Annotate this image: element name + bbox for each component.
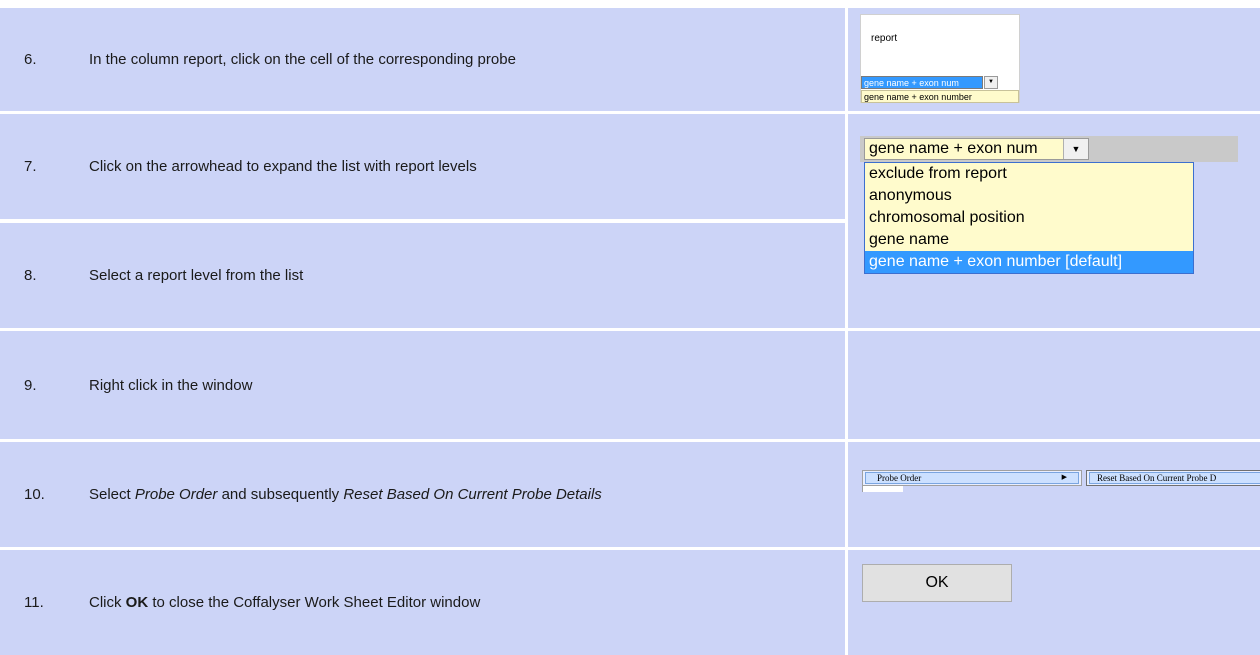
report-level-list: exclude from report anonymous chromosoma…	[864, 162, 1194, 274]
step-row-7: 7. Click on the arrowhead to expand the …	[0, 114, 845, 219]
menu-reference: Probe Order	[134, 486, 218, 503]
step-number: 6.	[24, 51, 37, 68]
step-text: Select a report level from the list	[89, 267, 304, 284]
menu-edge	[862, 486, 903, 492]
submenu-arrow-icon: ▶	[1061, 474, 1067, 481]
instruction-table: 6. In the column report, click on the ce…	[0, 0, 1260, 655]
step-number: 7.	[24, 158, 37, 175]
menu-reference: Reset Based On Current Probe Details	[343, 486, 602, 503]
list-item[interactable]: anonymous	[865, 185, 1193, 207]
step-text: Select Probe Order and subsequently Rese…	[89, 486, 602, 503]
chevron-down-icon[interactable]: ▼	[984, 76, 998, 89]
step-number: 11.	[24, 594, 44, 611]
context-menu-screenshot: Probe Order ▶ Reset Based On Current Pro…	[848, 470, 1260, 500]
report-level-combo[interactable]: gene name + exon num	[864, 138, 1089, 160]
step-number: 8.	[24, 267, 37, 284]
list-item[interactable]: gene name	[865, 229, 1193, 251]
step-text: Click on the arrowhead to expand the lis…	[89, 158, 477, 175]
text-segment: and subsequently	[217, 486, 344, 503]
step-row-10: 10. Select Probe Order and subsequently …	[0, 442, 1260, 547]
step-image-cell: OK	[848, 550, 1260, 655]
step-image-cell	[848, 331, 1260, 439]
report-column-header: report	[871, 33, 898, 44]
step-text-cell: 11. Click OK to close the Coffalyser Wor…	[0, 550, 845, 655]
list-item[interactable]: exclude from report	[865, 163, 1193, 185]
report-level-combo[interactable]: gene name + exon num	[861, 76, 983, 89]
step-row-8: 8. Select a report level from the list	[0, 223, 845, 328]
text-segment: Click	[89, 594, 126, 611]
step-number: 10.	[24, 486, 45, 503]
text-segment: to close the Coffalyser Work Sheet Edito…	[148, 594, 481, 611]
step-text-cells: 7. Click on the arrowhead to expand the …	[0, 114, 845, 328]
text-segment: Select	[89, 486, 135, 503]
probe-order-menu-item[interactable]: Probe Order ▶	[862, 470, 1082, 486]
step-image-cell: Probe Order ▶ Reset Based On Current Pro…	[848, 442, 1260, 547]
step-image-cell: gene name + exon num ▼ exclude from repo…	[848, 114, 1260, 328]
ok-button[interactable]: OK	[862, 564, 1012, 602]
step-number: 9.	[24, 376, 37, 394]
step-row-9: 9. Right click in the window	[0, 331, 1260, 439]
step-image-cell: report gene name + exon num ▼ gene name …	[848, 8, 1260, 111]
menu-item-label: Probe Order	[877, 473, 922, 483]
list-item-selected[interactable]: gene name + exon number [default]	[865, 251, 1193, 273]
list-item[interactable]: chromosomal position	[865, 207, 1193, 229]
step-rows-7-8: 7. Click on the arrowhead to expand the …	[0, 114, 1260, 328]
report-cell-screenshot: report gene name + exon num ▼ gene name …	[860, 14, 1020, 103]
step-text-cell: 9. Right click in the window	[0, 331, 845, 439]
step-row-6: 6. In the column report, click on the ce…	[0, 8, 1260, 111]
step-text: In the column report, click on the cell …	[89, 51, 516, 68]
step-text: Click OK to close the Coffalyser Work Sh…	[89, 594, 480, 611]
step-text-cell: 10. Select Probe Order and subsequently …	[0, 442, 845, 547]
report-level-option[interactable]: gene name + exon number	[861, 90, 1019, 103]
step-text-cell: 6. In the column report, click on the ce…	[0, 8, 845, 111]
step-row-11: 11. Click OK to close the Coffalyser Wor…	[0, 550, 1260, 655]
button-reference: OK	[125, 594, 149, 611]
chevron-down-icon[interactable]: ▼	[1063, 139, 1088, 159]
menu-item-label: Reset Based On Current Probe D	[1097, 473, 1217, 483]
step-text: Right click in the window	[89, 376, 253, 394]
report-level-dropdown-screenshot: gene name + exon num ▼ exclude from repo…	[860, 136, 1250, 296]
reset-probe-order-menu-item[interactable]: Reset Based On Current Probe D	[1086, 470, 1260, 486]
